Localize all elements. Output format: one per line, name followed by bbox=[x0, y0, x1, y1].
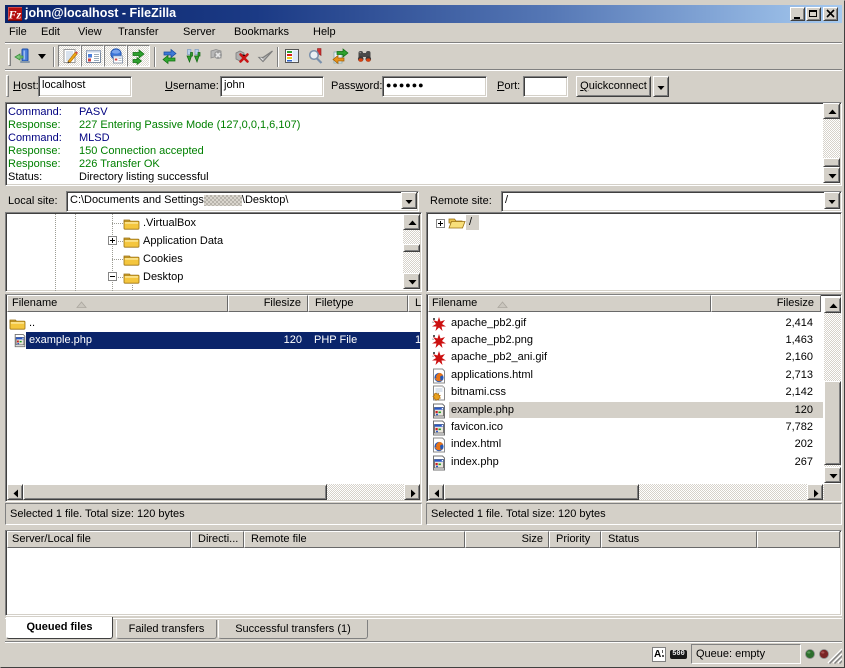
svg-text:Fz: Fz bbox=[8, 8, 22, 22]
